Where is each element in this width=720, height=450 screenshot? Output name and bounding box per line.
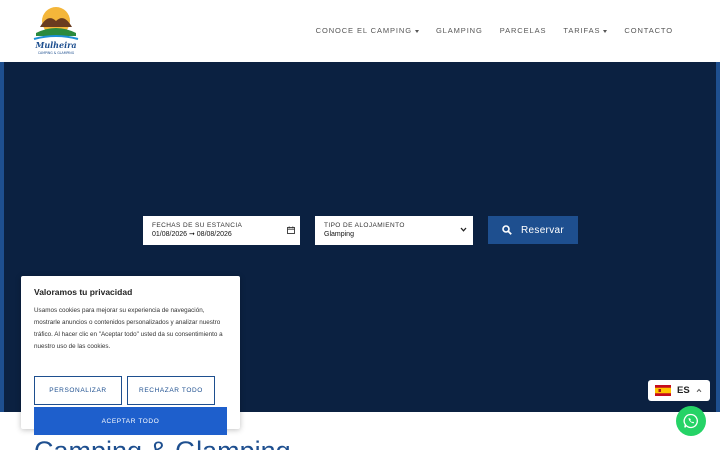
cookie-button-row: PERSONALIZAR RECHAZAR TODO [34,376,227,405]
calendar-icon [287,226,295,234]
nav-glamping[interactable]: GLAMPING [436,26,483,35]
reserve-button[interactable]: Reservar [488,216,578,244]
cookie-consent-dialog: Valoramos tu privacidad Usamos cookies p… [21,276,240,435]
cookie-text: Usamos cookies para mejorar su experienc… [34,307,223,350]
search-icon [502,225,512,235]
type-label: TIPO DE ALOJAMIENTO [324,222,405,229]
whatsapp-button[interactable] [676,406,706,436]
page-title: Camping & Glamping [34,436,291,450]
main-nav: CONOCE EL CAMPING GLAMPING PARCELAS TARI… [316,26,673,35]
reserve-label: Reservar [521,224,564,236]
language-code: ES [677,385,690,396]
type-value: Glamping [324,231,354,238]
dates-field[interactable]: FECHAS DE SU ESTANCIA 01/08/2026 ➞ 08/08… [143,216,300,245]
hero-border-right [716,62,720,412]
dates-label: FECHAS DE SU ESTANCIA [152,222,243,229]
chevron-up-icon [696,388,702,393]
dates-value: 01/08/2026 ➞ 08/08/2026 [152,231,232,238]
accept-all-button[interactable]: ACEPTAR TODO [34,407,227,435]
site-header: Mulheira CAMPING & GLAMPING CONOCE EL CA… [0,0,720,62]
svg-text:CAMPING & GLAMPING: CAMPING & GLAMPING [38,51,75,55]
caret-down-icon [414,29,419,33]
hero-border-left [0,62,4,412]
nav-tarifas[interactable]: TARIFAS [563,26,608,35]
nav-conoce-el-camping[interactable]: CONOCE EL CAMPING [316,26,419,35]
chevron-down-icon [460,227,467,232]
accommodation-type-select[interactable]: TIPO DE ALOJAMIENTO Glamping [315,216,473,245]
nav-parcelas[interactable]: PARCELAS [500,26,547,35]
reject-all-button[interactable]: RECHAZAR TODO [127,376,215,405]
language-switcher[interactable]: ES [648,380,710,401]
customize-button[interactable]: PERSONALIZAR [34,376,122,405]
caret-down-icon [603,29,608,33]
nav-contacto[interactable]: CONTACTO [624,26,673,35]
svg-text:Mulheira: Mulheira [34,40,76,50]
spain-flag-icon [655,385,671,396]
whatsapp-icon [683,413,698,429]
cookie-title: Valoramos tu privacidad [34,287,133,297]
logo-icon[interactable]: Mulheira CAMPING & GLAMPING [30,3,82,59]
